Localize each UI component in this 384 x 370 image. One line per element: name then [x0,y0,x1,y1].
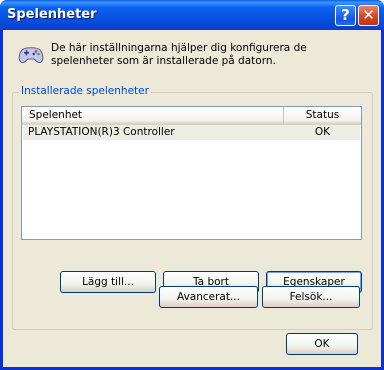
column-header-device[interactable]: Spelenhet [22,107,284,124]
group-title: Installerade spelenheter [19,85,151,97]
dialog-window: Spelenheter ? ✕ De här inställningarna h… [0,0,384,370]
list-item[interactable]: PLAYSTATION(R)3 Controller OK [23,125,360,140]
add-button[interactable]: Lägg till... [60,271,156,293]
troubleshoot-button[interactable]: Felsök... [262,286,360,308]
list-header: Spelenhet Status [22,107,361,125]
device-name: PLAYSTATION(R)3 Controller [28,126,175,138]
title-bar[interactable]: Spelenheter ? ✕ [0,0,384,30]
device-list[interactable]: Spelenhet Status PLAYSTATION(R)3 Control… [21,106,362,240]
info-text: De här inställningarna hjälper dig konfi… [51,42,307,67]
window-title: Spelenheter [7,7,97,22]
help-button[interactable]: ? [335,5,356,26]
gamepad-icon [18,47,44,64]
close-button[interactable]: ✕ [358,5,379,26]
column-header-status[interactable]: Status [284,107,361,124]
ok-button[interactable]: OK [286,333,358,355]
advanced-button[interactable]: Avancerat... [159,286,258,308]
dialog-client-area: De här inställningarna hjälper dig konfi… [3,30,381,367]
device-status: OK [314,126,331,138]
